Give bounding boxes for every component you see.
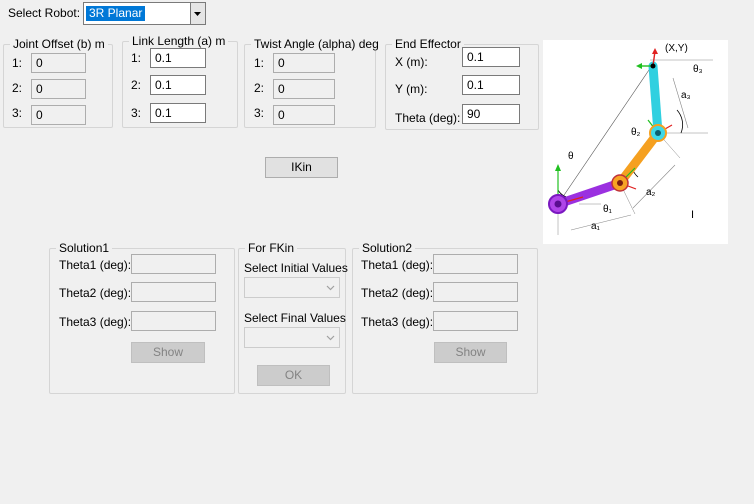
fkin-title: For FKin <box>245 241 298 255</box>
fkin-ok-button[interactable]: OK <box>257 365 330 386</box>
solution2-title: Solution2 <box>359 241 416 255</box>
joint-offset-row-3-label: 3: <box>12 106 23 120</box>
link-length-1-field[interactable]: 0.1 <box>150 48 206 68</box>
twist-angle-row-2-label: 2: <box>254 81 265 95</box>
diagram-point-label: (X,Y) <box>665 43 688 54</box>
solution2-theta2-label: Theta2 (deg): <box>361 286 434 300</box>
chevron-down-icon <box>326 285 335 291</box>
joint-offset-title: Joint Offset (b) m <box>10 37 108 51</box>
solution2-theta1-label: Theta1 (deg): <box>361 258 434 272</box>
diagram-theta2-label: θ₂ <box>631 127 641 138</box>
end-effector-x-field[interactable]: 0.1 <box>462 47 520 67</box>
solution2-theta3-field[interactable] <box>433 311 518 331</box>
solution1-theta1-field[interactable] <box>131 254 216 274</box>
end-effector-theta-label: Theta (deg): <box>395 111 461 125</box>
joint-offset-row-2-label: 2: <box>12 81 23 95</box>
solution2-show-button[interactable]: Show <box>434 342 507 363</box>
chevron-down-icon <box>194 12 201 16</box>
link-2 <box>615 128 663 188</box>
end-effector-y-field[interactable]: 0.1 <box>462 75 520 95</box>
link-length-3-field[interactable]: 0.1 <box>150 103 206 123</box>
solution1-title: Solution1 <box>56 241 113 255</box>
diagram-theta3-label: θ₃ <box>693 64 703 75</box>
joint-offset-2-field[interactable]: 0 <box>31 79 86 99</box>
solution1-theta2-field[interactable] <box>131 282 216 302</box>
theta3-arc <box>676 109 683 134</box>
solution1-theta2-label: Theta2 (deg): <box>59 286 132 300</box>
link-length-2-field[interactable]: 0.1 <box>150 75 206 95</box>
twist-angle-row-3-label: 3: <box>254 106 265 120</box>
diagram-a3-label: a₃ <box>681 90 691 101</box>
twist-angle-2-field[interactable]: 0 <box>273 79 335 99</box>
solution1-show-button[interactable]: Show <box>131 342 205 363</box>
chevron-down-icon <box>326 335 335 341</box>
twist-angle-row-1-label: 1: <box>254 56 265 70</box>
fkin-initial-select[interactable] <box>244 277 340 298</box>
ikin-button[interactable]: IKin <box>265 157 338 178</box>
diagram-theta1-label: θ₁ <box>603 204 612 215</box>
fkin-final-select[interactable] <box>244 327 340 348</box>
end-effector-x-label: X (m): <box>395 55 428 69</box>
fkin-initial-label: Select Initial Values <box>244 261 348 275</box>
diagram-theta-label: θ <box>568 151 574 162</box>
diagram-cursor-mark: I <box>691 209 695 221</box>
twist-angle-title: Twist Angle (alpha) deg <box>251 37 382 51</box>
twist-angle-3-field[interactable]: 0 <box>273 105 335 125</box>
link-3 <box>648 61 663 138</box>
robot-select[interactable]: 3R Planar <box>83 2 206 25</box>
robot-select-dropdown-button[interactable] <box>190 3 205 24</box>
robot-diagram: (X,Y) θ₃ a₃ θ₂ θ a₂ θ₁ a₁ I <box>543 40 728 244</box>
end-effector-y-label: Y (m): <box>395 82 428 96</box>
joint-offset-row-1-label: 1: <box>12 56 23 70</box>
diagram-a1-label: a₁ <box>591 221 600 232</box>
twist-angle-1-field[interactable]: 0 <box>273 53 335 73</box>
link-length-title: Link Length (a) m <box>129 34 229 48</box>
solution2-theta3-label: Theta3 (deg): <box>361 315 434 329</box>
end-effector-point <box>650 63 656 69</box>
robot-select-value: 3R Planar <box>86 6 146 21</box>
solution2-theta1-field[interactable] <box>433 254 518 274</box>
joint-offset-3-field[interactable]: 0 <box>31 105 86 125</box>
end-effector-title: End Effector <box>392 37 464 51</box>
solution2-theta2-field[interactable] <box>433 282 518 302</box>
solution1-theta3-field[interactable] <box>131 311 216 331</box>
link-length-row-1-label: 1: <box>131 51 142 65</box>
fkin-final-label: Select Final Values <box>244 311 346 325</box>
solution1-theta3-label: Theta3 (deg): <box>59 315 132 329</box>
link-length-row-3-label: 3: <box>131 106 142 120</box>
joint-offset-1-field[interactable]: 0 <box>31 53 86 73</box>
link-length-row-2-label: 2: <box>131 78 142 92</box>
end-effector-theta-field[interactable]: 90 <box>462 104 520 124</box>
select-robot-label: Select Robot: <box>8 6 81 20</box>
diagram-a2-label: a₂ <box>646 187 656 198</box>
solution1-theta1-label: Theta1 (deg): <box>59 258 132 272</box>
